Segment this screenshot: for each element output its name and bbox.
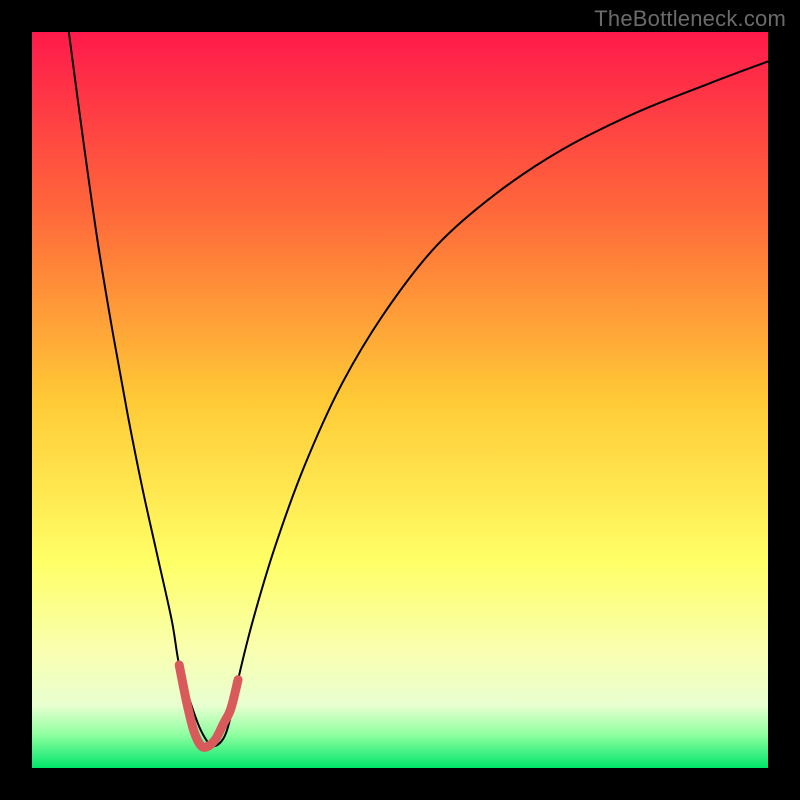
plot-background bbox=[32, 32, 768, 768]
watermark-text: TheBottleneck.com bbox=[594, 6, 786, 32]
plot-svg bbox=[32, 32, 768, 768]
chart-frame: TheBottleneck.com bbox=[0, 0, 800, 800]
plot-area bbox=[32, 32, 768, 768]
